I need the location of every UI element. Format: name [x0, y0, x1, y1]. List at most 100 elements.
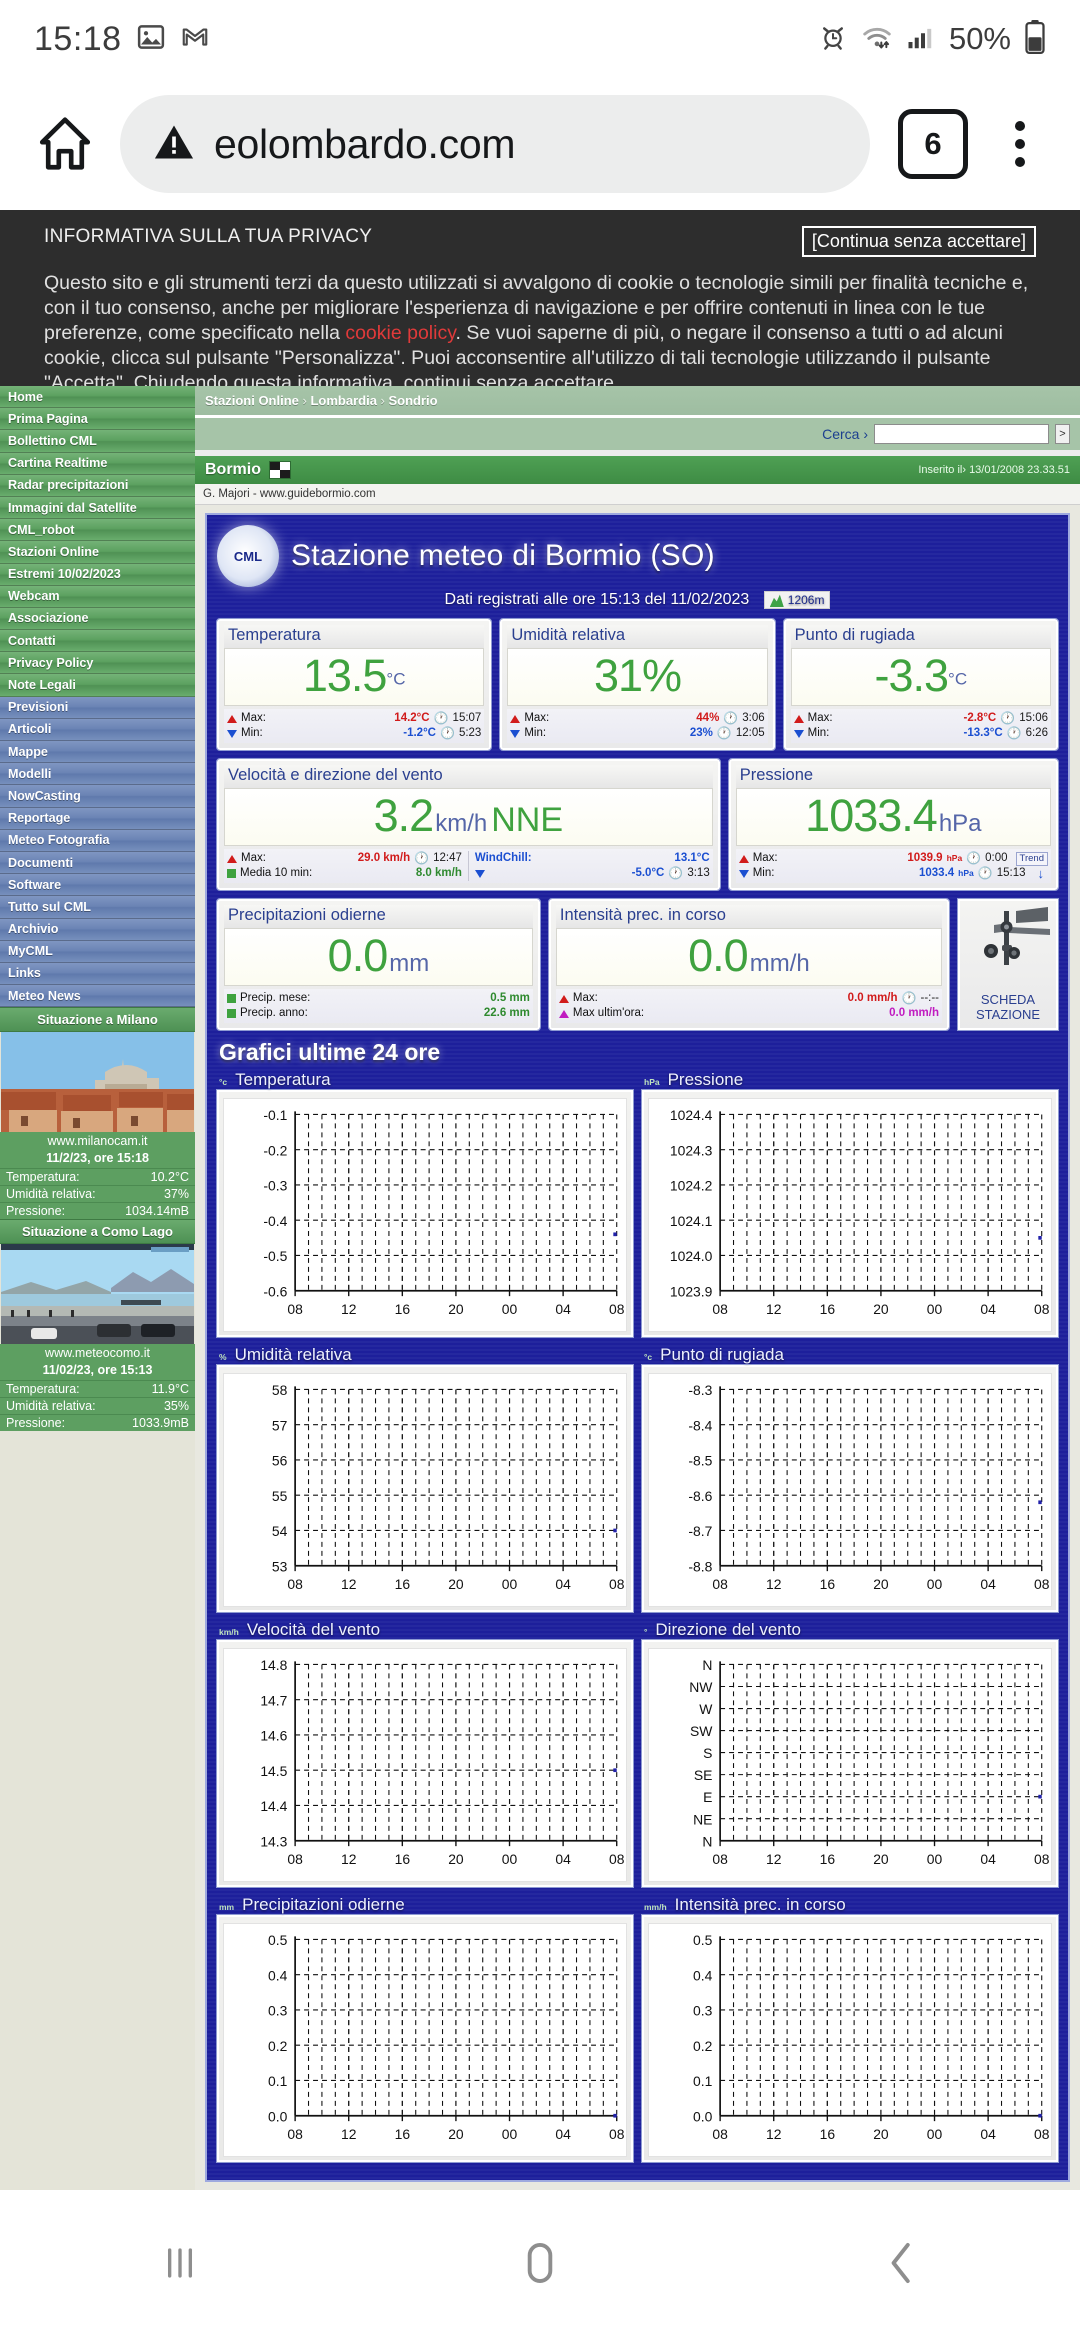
alarm-icon — [818, 22, 848, 57]
sidebar-item-label: Reportage — [8, 811, 71, 826]
svg-text:1024.1: 1024.1 — [670, 1213, 713, 1229]
chart-pressione: hPa Pressione 1024.4 1024.3 1024.2 1024.1 10… — [641, 1070, 1059, 1339]
weather-board: CML Stazione meteo di Bormio (SO) Dati r… — [205, 513, 1070, 2182]
sidebar-item-label: Webcam — [8, 589, 60, 604]
sidebar-item-archivio[interactable]: Archivio — [0, 918, 195, 941]
station-sheet-button[interactable]: SCHEDA STAZIONE — [957, 898, 1059, 1032]
sidebar-item-bollettino-cml[interactable]: Bollettino CML — [0, 430, 195, 453]
webcam-site-label[interactable]: www.milanocam.it — [0, 1132, 195, 1151]
sidebar-item-immagini-satellite[interactable]: Immagini dal Satellite — [0, 496, 195, 520]
sidebar-item-label: Estremi 10/02/2023 — [8, 567, 121, 582]
cookie-policy-link[interactable]: cookie policy — [345, 322, 455, 344]
panel-value: 31% — [507, 648, 768, 707]
sidebar-item-label: Note Legali — [8, 678, 76, 693]
webcam-title: Situazione a Milano — [0, 1007, 195, 1033]
month-label: Precip. mese: — [240, 992, 311, 1005]
sidebar-item-reportage[interactable]: Reportage — [0, 807, 195, 830]
svg-text:N: N — [702, 1657, 712, 1673]
chart-canvas: 0.5 0.4 0.3 0.2 0.1 0.0 08 12 16 20 00 04 08 — [648, 1923, 1052, 2157]
sidebar-item-associazione[interactable]: Associazione — [0, 607, 195, 631]
status-bar-left: 15:18 — [34, 20, 210, 59]
sidebar-item-nowcasting[interactable]: NowCasting — [0, 785, 195, 808]
station-flag-icon — [269, 461, 291, 479]
arrow-up-icon — [227, 714, 237, 723]
svg-text:-0.3: -0.3 — [263, 1178, 287, 1194]
breadcrumb-stazioni-online[interactable]: Stazioni Online — [205, 393, 299, 408]
panel-row-1: Temperatura 13.5°C Max: 14.2°C 🕐 15:07 M… — [215, 618, 1059, 752]
chart-plot: -0.1-0.2-0.3-0.4-0.5-0.608 12 16 20 00 04 08 — [263, 1107, 624, 1317]
arrow-up-icon — [510, 714, 521, 723]
flag-cell — [280, 470, 290, 478]
back-chevron-icon[interactable] — [869, 2232, 931, 2299]
svg-text:0.5: 0.5 — [693, 1932, 713, 1948]
sidebar-item-radar-precipitazioni[interactable]: Radar precipitazioni — [0, 474, 195, 497]
sidebar-item-contatti[interactable]: Contatti — [0, 630, 195, 653]
home-icon[interactable] — [26, 105, 104, 183]
tab-switcher-button[interactable]: 6 — [898, 109, 968, 179]
sidebar-item-meteo-news[interactable]: Meteo News — [0, 985, 195, 1008]
hour-value: 0.0 mm/h — [889, 1007, 939, 1020]
svg-text:14.6: 14.6 — [260, 1728, 287, 1744]
square-green-icon — [227, 994, 236, 1004]
panel-title: Umidità relativa — [507, 625, 768, 649]
svg-text:20: 20 — [873, 1576, 889, 1592]
sidebar-item-cartina-realtime[interactable]: Cartina Realtime — [0, 452, 195, 475]
webcam-image-milano[interactable] — [1, 1032, 194, 1133]
sidebar-item-note-legali[interactable]: Note Legali — [0, 674, 195, 697]
stat-max: Max: 29.0 km/h 🕐 12:47 — [227, 851, 462, 866]
webcam-site-label[interactable]: www.meteocomo.it — [0, 1344, 195, 1363]
svg-text:08: 08 — [712, 1301, 728, 1317]
wind-stats-left: Max: 29.0 km/h 🕐 12:47 Media 10 min: 8.0… — [227, 851, 462, 881]
home-circle-icon[interactable] — [509, 2232, 571, 2299]
sidebar-item-meteo-fotografia[interactable]: Meteo Fotografia — [0, 829, 195, 852]
sidebar-item-mappe[interactable]: Mappe — [0, 741, 195, 764]
svg-text:08: 08 — [1034, 2126, 1050, 2142]
sidebar-item-privacy-policy[interactable]: Privacy Policy — [0, 652, 195, 675]
sidebar-item-documenti[interactable]: Documenti — [0, 851, 195, 875]
breadcrumb-sondrio[interactable]: Sondrio — [389, 393, 438, 408]
webcam-image-como[interactable] — [1, 1244, 194, 1345]
chart-header: mm Precipitazioni odierne — [217, 1895, 633, 1915]
altitude-badge: 1206m — [763, 591, 831, 609]
breadcrumb-lombardia[interactable]: Lombardia — [310, 393, 376, 408]
search-input[interactable] — [874, 424, 1049, 444]
chart-plot: -8.3-8.4-8.5-8.6-8.7-8.808 12 16 20 00 04 08 — [688, 1382, 1049, 1592]
sidebar-item-mycml[interactable]: MyCML — [0, 940, 195, 963]
chart-title: Umidità relativa — [234, 1345, 352, 1365]
not-secure-warning-icon[interactable] — [152, 120, 196, 169]
sidebar-item-links[interactable]: Links — [0, 962, 195, 986]
svg-text:55: 55 — [272, 1488, 288, 1504]
sidebar-item-modelli[interactable]: Modelli — [0, 763, 195, 786]
sidebar-item-software[interactable]: Software — [0, 874, 195, 897]
svg-text:00: 00 — [927, 1851, 943, 1867]
webcam-panel-como: Situazione a Como Lago www.meteocomo.it … — [0, 1219, 195, 1432]
arrow-down-icon — [793, 729, 804, 738]
sidebar-item-previsioni[interactable]: Previsioni — [0, 696, 195, 719]
sidebar-item-prima-pagina[interactable]: Prima Pagina — [0, 408, 195, 431]
overflow-menu-icon[interactable] — [986, 105, 1054, 183]
sidebar-item-webcam[interactable]: Webcam — [0, 585, 195, 608]
board-title-row: CML Stazione meteo di Bormio (SO) — [217, 525, 1058, 587]
search-submit-button[interactable]: > — [1055, 424, 1070, 444]
svg-text:12: 12 — [766, 1576, 782, 1592]
sidebar-item-cml-robot[interactable]: CML_robot — [0, 519, 195, 542]
clock-icon: 🕐 — [433, 711, 449, 726]
url-bar[interactable]: eolombardo.com — [120, 95, 870, 193]
recents-icon[interactable] — [149, 2232, 211, 2299]
sidebar-item-home[interactable]: Home — [0, 386, 195, 409]
search-bar: Cerca › > — [195, 418, 1080, 456]
sidebar-item-articoli[interactable]: Articoli — [0, 718, 195, 741]
continue-without-accepting-button[interactable]: [Continua senza accettare] — [801, 226, 1036, 257]
breadcrumb-sep: › — [298, 393, 311, 408]
sidebar-item-label: Documenti — [8, 855, 74, 870]
sidebar-item-stazioni-online[interactable]: Stazioni Online — [0, 541, 195, 564]
max-time: 3:06 — [742, 712, 765, 725]
sidebar-item-tutto-sul-cml[interactable]: Tutto sul CML — [0, 896, 195, 919]
sidebar-item-estremi[interactable]: Estremi 10/02/2023 — [0, 563, 195, 586]
dewpoint-value: -3.3 — [874, 650, 950, 702]
max-label: Max: — [807, 712, 833, 725]
chart-header: °c Temperatura — [217, 1070, 633, 1090]
anemometer-icon — [984, 907, 1050, 966]
max-value: 14.2°C — [394, 712, 430, 725]
svg-text:14.3: 14.3 — [260, 1833, 287, 1849]
